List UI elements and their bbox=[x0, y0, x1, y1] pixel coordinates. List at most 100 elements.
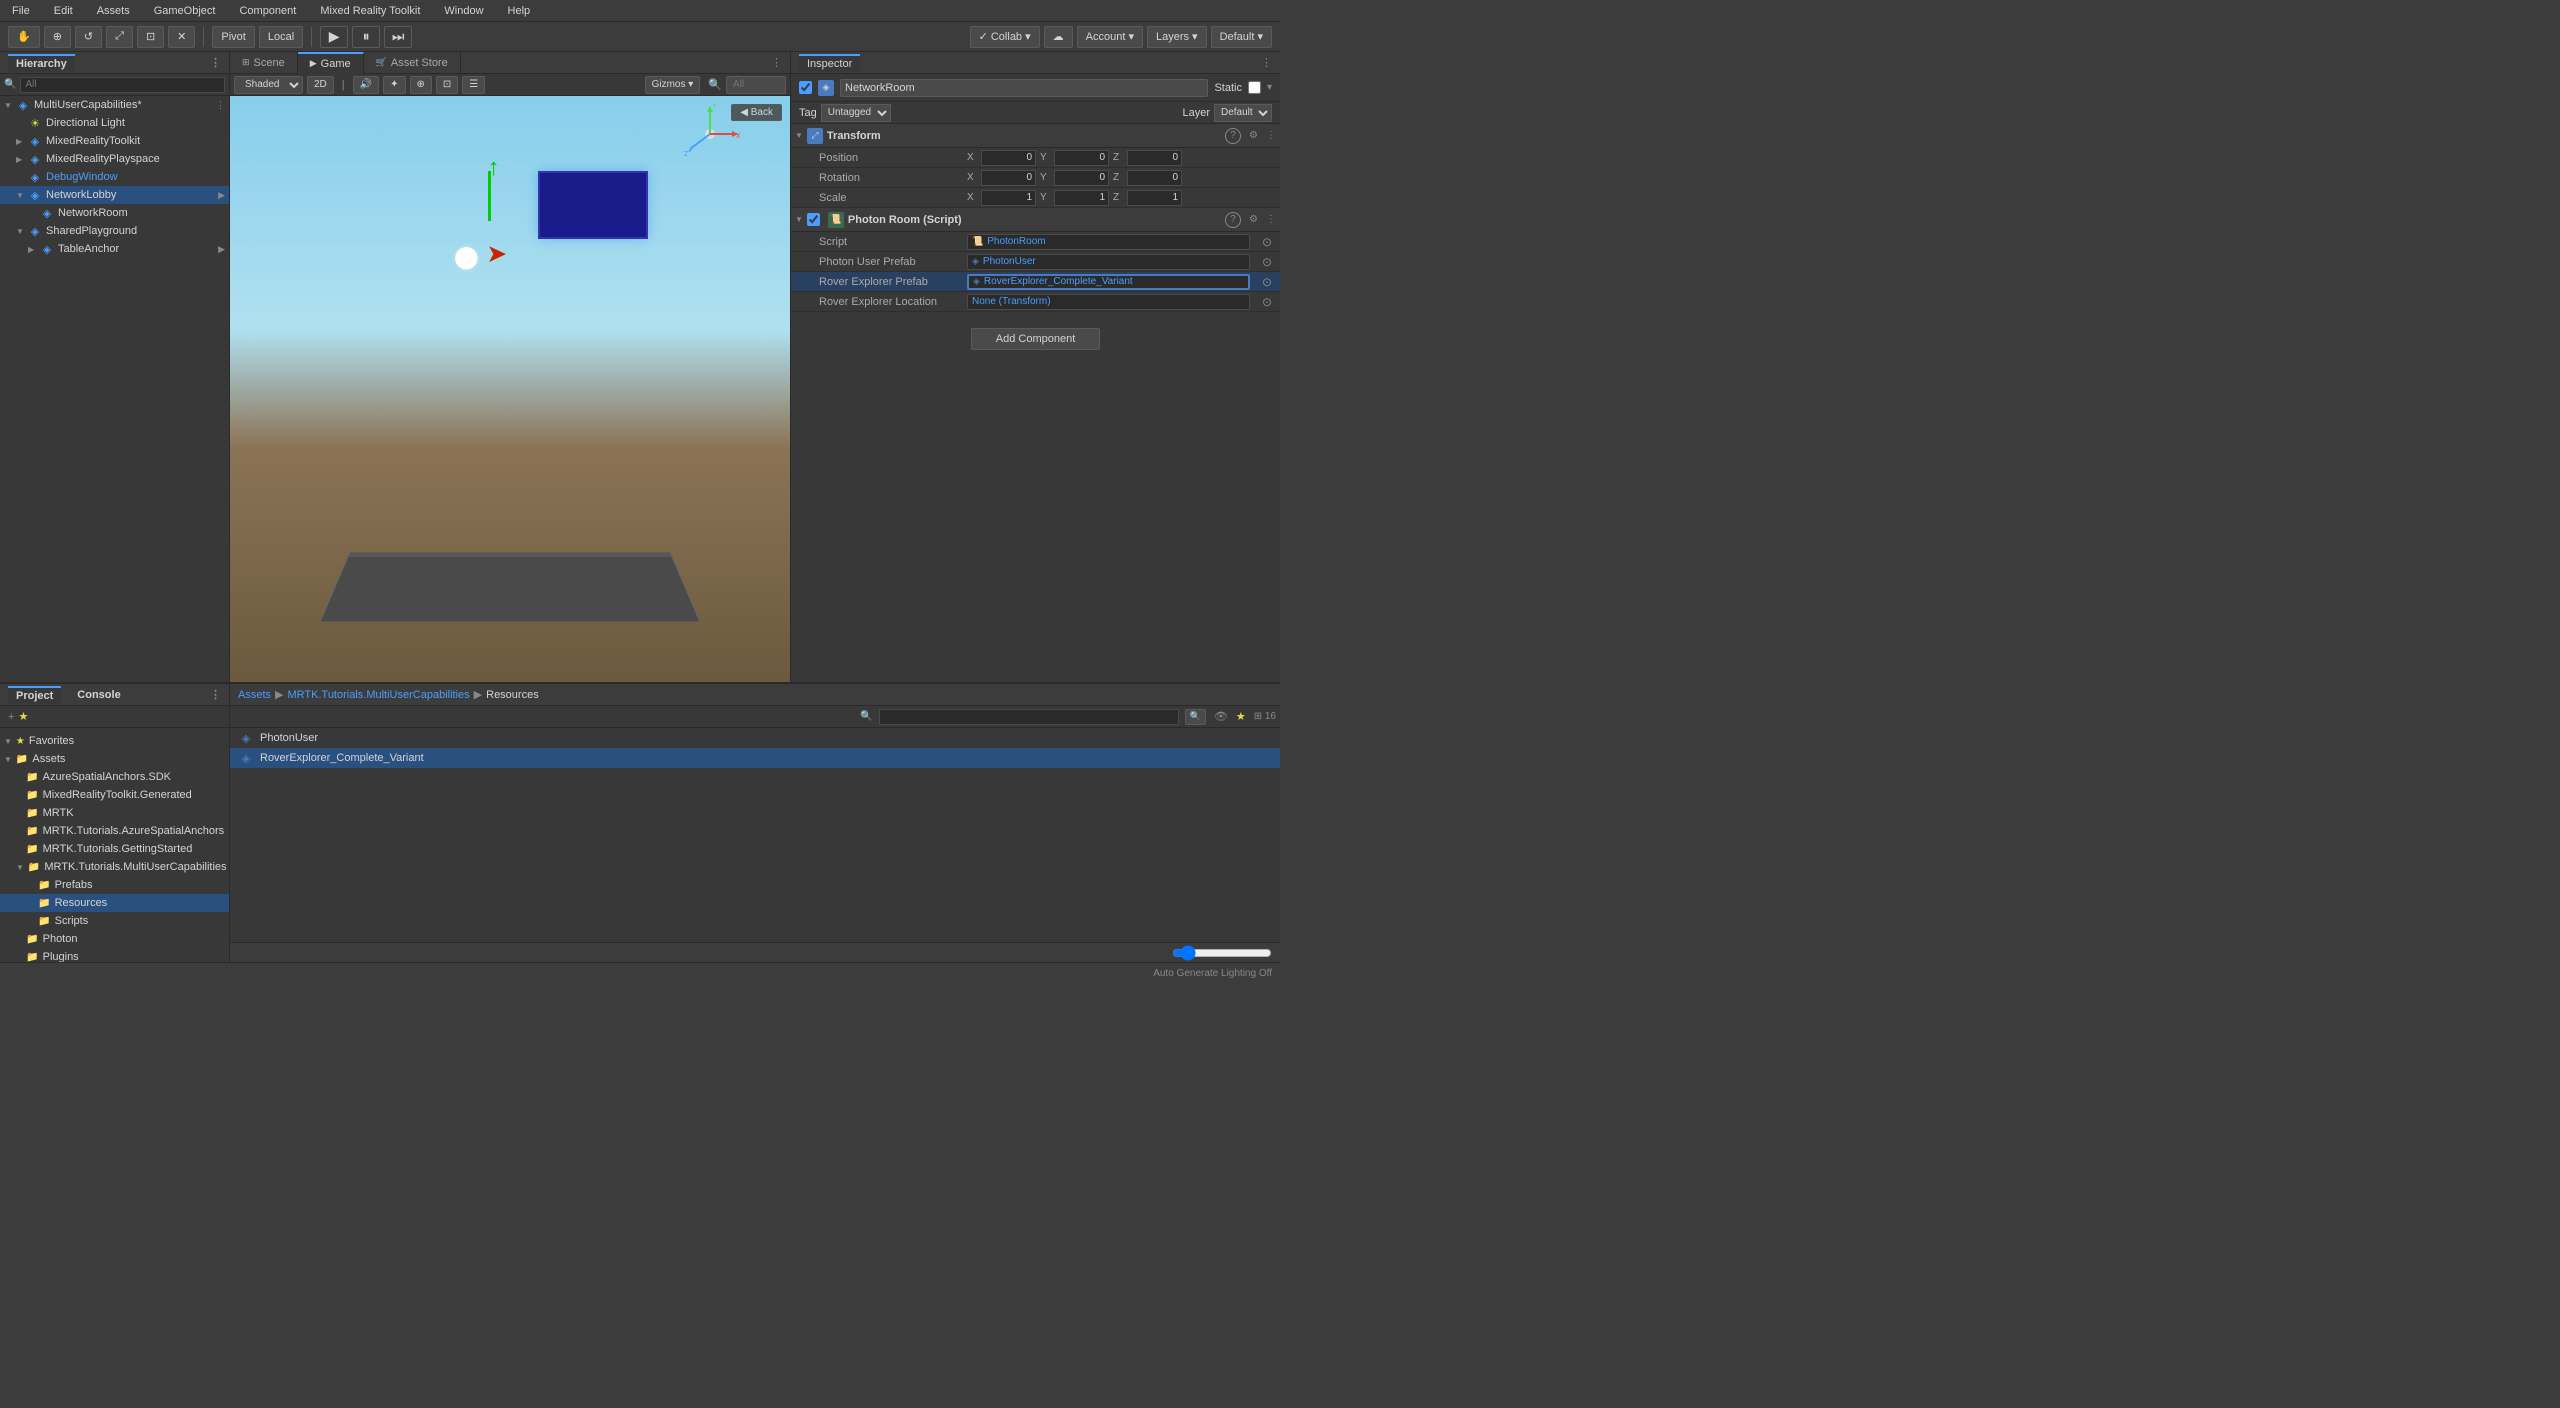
menu-tableanchor[interactable]: ▶ bbox=[218, 244, 225, 255]
project-item-plugins[interactable]: ▶ 📁 Plugins bbox=[0, 948, 229, 962]
path-mrtk-tutorials[interactable]: MRTK.Tutorials.MultiUserCapabilities bbox=[287, 689, 469, 701]
asset-search-input[interactable] bbox=[879, 709, 1179, 725]
tool-rect[interactable]: ⊡ bbox=[137, 26, 164, 48]
rotation-z-input[interactable] bbox=[1127, 170, 1182, 186]
project-menu[interactable]: ⋮ bbox=[210, 688, 221, 701]
rover-location-picker[interactable]: ⊙ bbox=[1262, 295, 1272, 309]
tree-item-dirlight[interactable]: ☀ Directional Light bbox=[0, 114, 229, 132]
plus-icon[interactable]: + bbox=[8, 711, 14, 723]
tree-item-shared[interactable]: ▼ ◈ SharedPlayground bbox=[0, 222, 229, 240]
local-button[interactable]: Local bbox=[259, 26, 303, 48]
project-item-scripts[interactable]: ▶ 📁 Scripts bbox=[0, 912, 229, 930]
rover-picker[interactable]: ⊙ bbox=[1262, 275, 1272, 289]
project-item-prefabs[interactable]: ▶ 📁 Prefabs bbox=[0, 876, 229, 894]
tree-item-multiuser[interactable]: ▼ ◈ MultiUserCapabilities* ⋮ bbox=[0, 96, 229, 114]
scene-btn3[interactable]: ⊕ bbox=[410, 76, 432, 94]
script-picker[interactable]: ⊙ bbox=[1262, 235, 1272, 249]
scene-btn4[interactable]: ⊡ bbox=[436, 76, 458, 94]
menu-assets[interactable]: Assets bbox=[93, 3, 134, 19]
back-button[interactable]: ◀ Back bbox=[731, 104, 782, 121]
hierarchy-tab[interactable]: Hierarchy bbox=[8, 54, 75, 72]
scene-options[interactable]: ⋮ bbox=[763, 56, 790, 69]
add-component-button[interactable]: Add Component bbox=[971, 328, 1101, 350]
hierarchy-menu[interactable]: ⋮ bbox=[210, 56, 221, 69]
asset-photon-user[interactable]: ◈ PhotonUser bbox=[230, 728, 1280, 748]
position-y-input[interactable] bbox=[1054, 150, 1109, 166]
transform-more[interactable]: ⋮ bbox=[1266, 130, 1276, 141]
asset-eye-icon[interactable]: 👁 bbox=[1214, 710, 1228, 723]
tree-item-mrplay[interactable]: ▶ ◈ MixedRealityPlayspace bbox=[0, 150, 229, 168]
photon-more[interactable]: ⋮ bbox=[1266, 214, 1276, 225]
transform-header[interactable]: ▼ ⤢ Transform ? ⚙ ⋮ bbox=[791, 124, 1280, 148]
gizmos-btn[interactable]: Gizmos ▾ bbox=[645, 76, 701, 94]
script-value[interactable]: 📜 PhotonRoom bbox=[967, 234, 1250, 250]
project-item-assets[interactable]: ▼ 📁 Assets bbox=[0, 750, 229, 768]
tree-item-debugwindow[interactable]: ◈ DebugWindow bbox=[0, 168, 229, 186]
project-item-favorites[interactable]: ▼ ★ Favorites bbox=[0, 732, 229, 750]
scale-x-input[interactable] bbox=[981, 190, 1036, 206]
tool-hand[interactable]: ✋ bbox=[8, 26, 40, 48]
audio-button[interactable]: 🔊 bbox=[353, 76, 379, 94]
object-enabled-checkbox[interactable] bbox=[799, 81, 812, 94]
tab-scene[interactable]: ⊞ Scene bbox=[230, 52, 298, 74]
layers-button[interactable]: Layers ▾ bbox=[1147, 26, 1207, 48]
asset-count-icon[interactable]: ⊞ 16 bbox=[1254, 711, 1276, 722]
project-item-mrtk[interactable]: ▶ 📁 MRTK bbox=[0, 804, 229, 822]
project-item-resources[interactable]: ▶ 📁 Resources bbox=[0, 894, 229, 912]
fx-button[interactable]: ✦ bbox=[383, 76, 405, 94]
collab-button[interactable]: ✓ Collab ▾ bbox=[970, 26, 1040, 48]
static-checkbox[interactable] bbox=[1248, 81, 1261, 94]
tool-move[interactable]: ⊕ bbox=[44, 26, 71, 48]
tree-item-networkroom[interactable]: ◈ NetworkRoom bbox=[0, 204, 229, 222]
tool-scale[interactable]: ⤢ bbox=[106, 26, 133, 48]
position-z-input[interactable] bbox=[1127, 150, 1182, 166]
layout-button[interactable]: Default ▾ bbox=[1211, 26, 1272, 48]
tree-item-mrtk[interactable]: ▶ ◈ MixedRealityToolkit bbox=[0, 132, 229, 150]
inspector-tab[interactable]: Inspector bbox=[799, 54, 860, 72]
menu-window[interactable]: Window bbox=[440, 3, 487, 19]
project-item-tut-multi[interactable]: ▼ 📁 MRTK.Tutorials.MultiUserCapabilities bbox=[0, 858, 229, 876]
asset-search-btn[interactable]: 🔍 bbox=[1185, 709, 1206, 725]
tool-transform[interactable]: ✕ bbox=[168, 26, 195, 48]
transform-help[interactable]: ? bbox=[1225, 128, 1241, 144]
asset-zoom-slider[interactable] bbox=[1172, 945, 1272, 961]
project-item-tut-getting[interactable]: ▶ 📁 MRTK.Tutorials.GettingStarted bbox=[0, 840, 229, 858]
scene-btn5[interactable]: ☰ bbox=[462, 76, 485, 94]
play-button[interactable]: ▶ bbox=[320, 26, 348, 48]
transform-settings[interactable]: ⚙ bbox=[1249, 130, 1258, 141]
asset-star-icon[interactable]: ★ bbox=[1236, 710, 1246, 723]
menu-multiuser[interactable]: ⋮ bbox=[216, 100, 225, 111]
asset-rover-explorer[interactable]: ◈ RoverExplorer_Complete_Variant bbox=[230, 748, 1280, 768]
tree-item-tableanchor[interactable]: ▶ ◈ TableAnchor ▶ bbox=[0, 240, 229, 258]
account-button[interactable]: Account ▾ bbox=[1077, 26, 1143, 48]
menu-gameobject[interactable]: GameObject bbox=[150, 3, 220, 19]
photon-help[interactable]: ? bbox=[1225, 212, 1241, 228]
photon-user-picker[interactable]: ⊙ bbox=[1262, 255, 1272, 269]
tab-asset-store[interactable]: 🛒 Asset Store bbox=[364, 52, 461, 74]
inspector-menu[interactable]: ⋮ bbox=[1261, 56, 1272, 69]
rover-value[interactable]: ◈ RoverExplorer_Complete_Variant bbox=[967, 274, 1250, 290]
project-item-photon[interactable]: ▶ 📁 Photon bbox=[0, 930, 229, 948]
menu-component[interactable]: Component bbox=[235, 3, 300, 19]
rotation-y-input[interactable] bbox=[1054, 170, 1109, 186]
position-x-input[interactable] bbox=[981, 150, 1036, 166]
tag-select[interactable]: Untagged bbox=[821, 104, 891, 122]
scale-y-input[interactable] bbox=[1054, 190, 1109, 206]
pause-button[interactable]: ⏸ bbox=[352, 26, 380, 48]
menu-networklobby[interactable]: ▶ bbox=[218, 190, 225, 201]
project-tab[interactable]: Project bbox=[8, 686, 61, 704]
project-item-tut-azure[interactable]: ▶ 📁 MRTK.Tutorials.AzureSpatialAnchors bbox=[0, 822, 229, 840]
shading-select[interactable]: Shaded bbox=[234, 76, 303, 94]
rotation-x-input[interactable] bbox=[981, 170, 1036, 186]
console-tab[interactable]: Console bbox=[69, 687, 128, 703]
photon-enabled[interactable] bbox=[807, 213, 820, 226]
layer-select[interactable]: Default bbox=[1214, 104, 1272, 122]
pivot-button[interactable]: Pivot bbox=[212, 26, 254, 48]
tree-item-networklobby[interactable]: ▼ ◈ NetworkLobby ▶ bbox=[0, 186, 229, 204]
project-item-azure[interactable]: ▶ 📁 AzureSpatialAnchors.SDK bbox=[0, 768, 229, 786]
step-button[interactable]: ⏭ bbox=[384, 26, 412, 48]
scale-z-input[interactable] bbox=[1127, 190, 1182, 206]
menu-help[interactable]: Help bbox=[504, 3, 535, 19]
scene-search[interactable] bbox=[726, 76, 786, 94]
photon-header[interactable]: ▼ 📜 Photon Room (Script) ? ⚙ ⋮ bbox=[791, 208, 1280, 232]
